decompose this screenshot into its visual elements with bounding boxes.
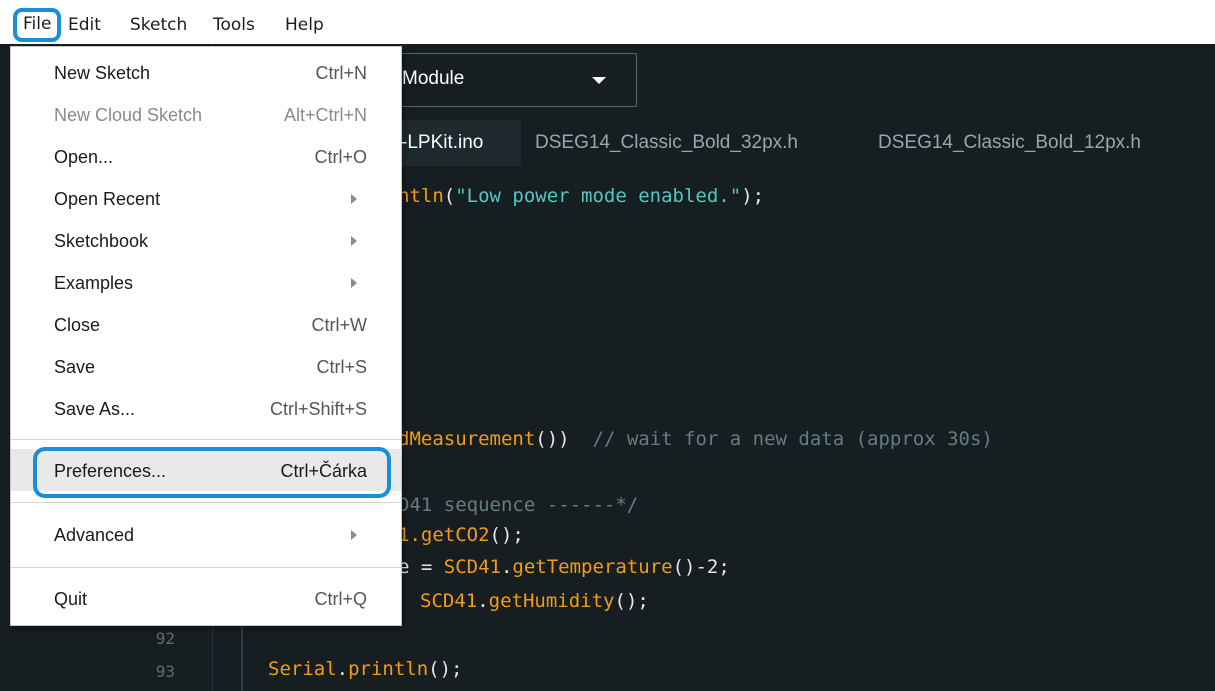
menu-item-shortcut: Ctrl+S bbox=[316, 357, 367, 377]
menu-separator bbox=[11, 502, 401, 503]
tab-ino[interactable]: -LPKit.ino bbox=[385, 120, 521, 166]
line-number: 92 bbox=[155, 629, 175, 648]
file-tab-bar: -LPKit.ino DSEG14_Classic_Bold_32px.h DS… bbox=[385, 120, 1215, 166]
menu-item-quit[interactable]: Quit Ctrl+Q bbox=[11, 577, 401, 619]
menu-item-new-cloud-sketch: New Cloud Sketch Alt+Ctrl+N bbox=[11, 93, 401, 135]
menu-help[interactable]: Help bbox=[285, 12, 324, 38]
menu-item-shortcut: Alt+Ctrl+N bbox=[283, 105, 367, 125]
menu-item-label: Open Recent bbox=[54, 189, 161, 209]
menu-item-shortcut: Ctrl+Shift+S bbox=[269, 399, 367, 419]
menu-item-label: Examples bbox=[54, 273, 134, 293]
menu-file[interactable]: File bbox=[13, 8, 62, 42]
menu-edit[interactable]: Edit bbox=[68, 12, 101, 38]
submenu-arrow-icon bbox=[351, 530, 357, 540]
code-line: D41 sequence ------*/ bbox=[398, 494, 639, 516]
menu-item-label: New Cloud Sketch bbox=[54, 105, 203, 125]
submenu-arrow-icon bbox=[351, 194, 357, 204]
menu-item-sketchbook[interactable]: Sketchbook bbox=[11, 219, 401, 261]
menu-item-save[interactable]: Save Ctrl+S bbox=[11, 345, 401, 387]
menu-item-label: Advanced bbox=[54, 525, 135, 545]
code-line: Serial.println(); bbox=[268, 658, 463, 680]
menu-item-advanced[interactable]: Advanced bbox=[11, 513, 401, 555]
menu-item-shortcut: Ctrl+N bbox=[315, 63, 367, 83]
code-line: 1.getCO2(); bbox=[398, 524, 524, 546]
menu-item-shortcut: Ctrl+Čárka bbox=[280, 461, 367, 481]
menu-item-examples[interactable]: Examples bbox=[11, 261, 401, 303]
menu-item-label: Open... bbox=[54, 147, 114, 167]
menu-item-close[interactable]: Close Ctrl+W bbox=[11, 303, 401, 345]
code-line: SCD41.getHumidity(); bbox=[420, 590, 649, 612]
menu-item-open-recent[interactable]: Open Recent bbox=[11, 177, 401, 219]
menu-sketch[interactable]: Sketch bbox=[130, 12, 187, 38]
code-line: dMeasurement()) // wait for a new data (… bbox=[398, 428, 993, 450]
menu-bar: File Edit Sketch Tools Help bbox=[0, 0, 1215, 44]
code-line: e = SCD41.getTemperature()-2; bbox=[398, 556, 730, 578]
menu-item-shortcut: Ctrl+Q bbox=[314, 589, 367, 609]
menu-item-label: Sketchbook bbox=[54, 231, 149, 251]
menu-item-label: Save As... bbox=[54, 399, 136, 419]
menu-item-label: Quit bbox=[54, 589, 88, 609]
menu-separator bbox=[11, 567, 401, 568]
menu-item-save-as[interactable]: Save As... Ctrl+Shift+S bbox=[11, 387, 401, 429]
file-menu-dropdown: New Sketch Ctrl+N New Cloud Sketch Alt+C… bbox=[10, 46, 402, 626]
menu-item-preferences[interactable]: Preferences... Ctrl+Čárka bbox=[11, 449, 401, 491]
line-number: 93 bbox=[155, 662, 175, 681]
menu-item-label: New Sketch bbox=[54, 63, 151, 83]
menu-item-label: Close bbox=[54, 315, 101, 335]
menu-item-shortcut: Ctrl+W bbox=[311, 315, 368, 335]
menu-separator bbox=[11, 439, 401, 440]
menu-item-label: Save bbox=[54, 357, 96, 377]
code-line: ntln("Low power mode enabled."); bbox=[398, 185, 765, 207]
board-selector[interactable]: Module bbox=[385, 53, 637, 107]
board-selector-label: Module bbox=[402, 68, 465, 89]
menu-tools[interactable]: Tools bbox=[213, 12, 255, 38]
menu-item-new-sketch[interactable]: New Sketch Ctrl+N bbox=[11, 51, 401, 93]
submenu-arrow-icon bbox=[351, 278, 357, 288]
menu-item-shortcut: Ctrl+O bbox=[314, 147, 367, 167]
caret-down-icon bbox=[592, 77, 606, 84]
submenu-arrow-icon bbox=[351, 236, 357, 246]
menu-item-open[interactable]: Open... Ctrl+O bbox=[11, 135, 401, 177]
tab-font-32px[interactable]: DSEG14_Classic_Bold_32px.h bbox=[535, 120, 798, 166]
menu-item-label: Preferences... bbox=[54, 461, 167, 481]
tab-font-12px[interactable]: DSEG14_Classic_Bold_12px.h bbox=[878, 120, 1141, 166]
